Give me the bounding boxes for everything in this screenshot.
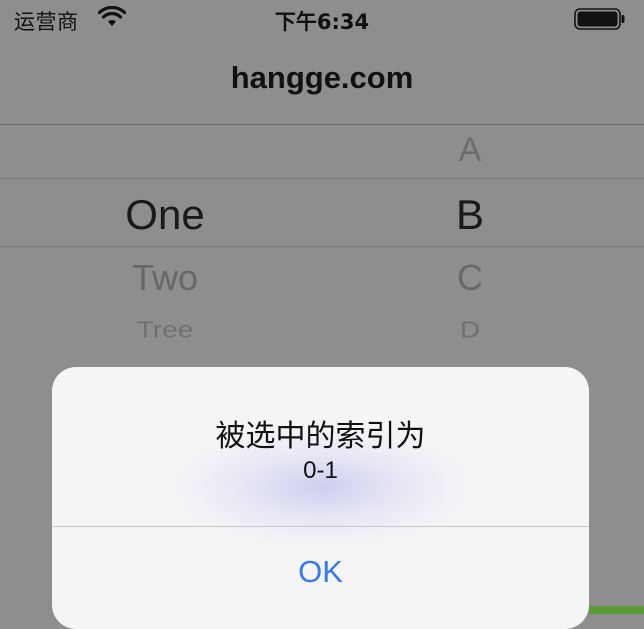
picker-view[interactable]: One Two Tree A B C D: [0, 125, 644, 365]
picker-left-item-tree[interactable]: Tree: [55, 317, 275, 343]
picker-right-item-b[interactable]: B: [400, 191, 540, 239]
alert-message: 0-1: [303, 457, 338, 484]
picker-selection-bottom-line: [0, 246, 644, 247]
status-time: 下午6:34: [274, 10, 370, 34]
ok-button[interactable]: OK: [52, 527, 589, 617]
picker-right-item-c[interactable]: C: [400, 257, 540, 299]
picker-left-item-two[interactable]: Two: [55, 257, 275, 299]
battery-icon: [574, 8, 625, 30]
picker-right-item-d[interactable]: D: [400, 317, 540, 343]
alert-dialog: 被选中的索引为 0-1 OK: [52, 367, 589, 629]
status-bar: 运营商 下午6:34: [0, 0, 644, 40]
picker-selection-top-line: [0, 178, 644, 179]
picker-right-item-a[interactable]: A: [400, 131, 540, 170]
nav-title: hangge.com: [230, 60, 414, 95]
alert-title: 被选中的索引为: [215, 419, 426, 454]
picker-left-item-one[interactable]: One: [55, 191, 275, 239]
bottom-edge-accent: [589, 606, 644, 614]
